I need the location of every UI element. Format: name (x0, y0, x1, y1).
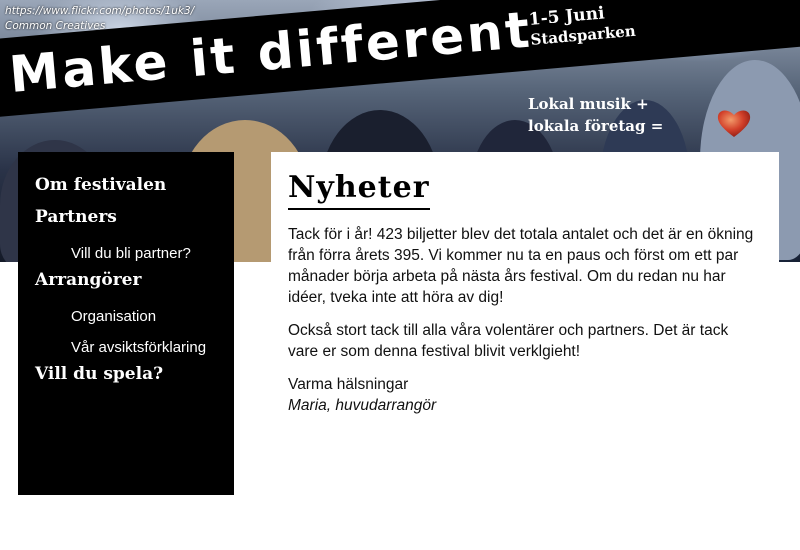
photo-credit: https://www.flickr.com/photos/1uk3/ Comm… (5, 4, 194, 34)
tagline: Lokal musik + lokala företag = (528, 93, 663, 137)
news-paragraph-2: Också stort tack till alla våra volentär… (288, 322, 729, 360)
tagline-line-1: Lokal musik + (528, 95, 649, 113)
signature-text: Maria, huvudarrangör (288, 397, 437, 414)
greeting-text: Varma hälsningar (288, 376, 409, 393)
nav-item-vill-du-spela[interactable]: Vill du spela? (18, 363, 234, 395)
nav-item-organisation[interactable]: Organisation (18, 301, 234, 332)
nav-item-partners[interactable]: Partners (18, 206, 234, 238)
photo-credit-url: https://www.flickr.com/photos/1uk3/ (5, 5, 195, 17)
tagline-line-2: lokala företag = (528, 117, 664, 135)
heart-icon (717, 110, 751, 137)
news-title: Nyheter (288, 170, 430, 210)
news-paragraph-1: Tack för i år! 423 biljetter blev det to… (288, 226, 754, 306)
nav-item-avsiktsforklaring[interactable]: Vår avsiktsförklaring (18, 332, 234, 363)
news-section: Nyheter Tack för i år! 423 biljetter ble… (271, 152, 779, 482)
nav-item-vill-du-bli-partner[interactable]: Vill du bli partner? (18, 238, 234, 269)
nav-item-om-festivalen[interactable]: Om festivalen (18, 174, 234, 206)
nav-item-arrangorer[interactable]: Arrangörer (18, 269, 234, 301)
news-greeting: Varma hälsningar Maria, huvudarrangör (288, 374, 762, 416)
sidebar-nav: Om festivalen Partners Vill du bli partn… (18, 152, 234, 495)
